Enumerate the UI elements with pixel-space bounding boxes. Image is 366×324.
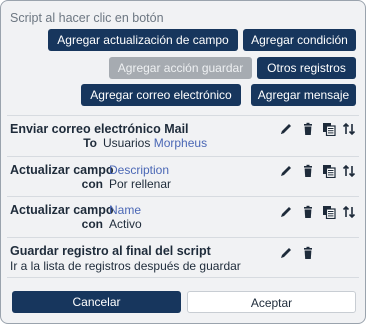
pencil-icon[interactable]: [279, 205, 293, 219]
step-label: con: [81, 217, 103, 231]
copy-icon[interactable]: [322, 205, 336, 219]
add-email-button[interactable]: Agregar correo electrónico: [81, 84, 241, 106]
trash-icon[interactable]: [301, 122, 315, 136]
step-value: Activo: [109, 217, 142, 231]
step-label: con: [81, 177, 103, 191]
step-title: Guardar registro al final del script: [10, 244, 211, 258]
dialog-title: Script al hacer clic en botón: [10, 11, 164, 25]
field-link[interactable]: Description: [109, 163, 169, 177]
script-dialog: Script al hacer clic en botón Agregar ac…: [0, 0, 366, 324]
step-label: To: [83, 136, 97, 150]
add-field-update-button[interactable]: Agregar actualización de campo: [48, 29, 238, 51]
recipient-type: Usuarios: [103, 136, 151, 150]
pencil-icon[interactable]: [279, 164, 293, 178]
step-value: Por rellenar: [109, 177, 172, 191]
reorder-arrows-icon[interactable]: [342, 164, 356, 178]
add-condition-button[interactable]: Agregar condición: [243, 29, 356, 51]
copy-icon[interactable]: [322, 122, 336, 136]
pencil-icon[interactable]: [279, 246, 293, 260]
accept-button[interactable]: Aceptar: [187, 291, 356, 313]
trash-icon[interactable]: [301, 246, 315, 260]
step-title: Actualizar campo: [10, 163, 114, 177]
reorder-arrows-icon[interactable]: [342, 205, 356, 219]
copy-icon[interactable]: [322, 164, 336, 178]
cancel-button[interactable]: Cancelar: [12, 291, 181, 313]
step-title: Actualizar campo: [10, 203, 114, 217]
step-subtitle: Ir a la lista de registros después de gu…: [10, 259, 241, 273]
step-title: Enviar correo electrónico Mail: [10, 122, 189, 136]
field-link[interactable]: Name: [109, 203, 141, 217]
add-message-button[interactable]: Agregar mensaje: [251, 84, 356, 106]
step-value: Usuarios Morpheus: [103, 136, 207, 150]
reorder-arrows-icon[interactable]: [342, 122, 356, 136]
add-save-action-button: Agregar acción guardar: [109, 57, 252, 79]
divider: [7, 277, 359, 278]
trash-icon[interactable]: [301, 164, 315, 178]
pencil-icon[interactable]: [279, 122, 293, 136]
other-records-button[interactable]: Otros registros: [257, 57, 356, 79]
recipient-link[interactable]: Morpheus: [154, 136, 207, 150]
trash-icon[interactable]: [301, 205, 315, 219]
